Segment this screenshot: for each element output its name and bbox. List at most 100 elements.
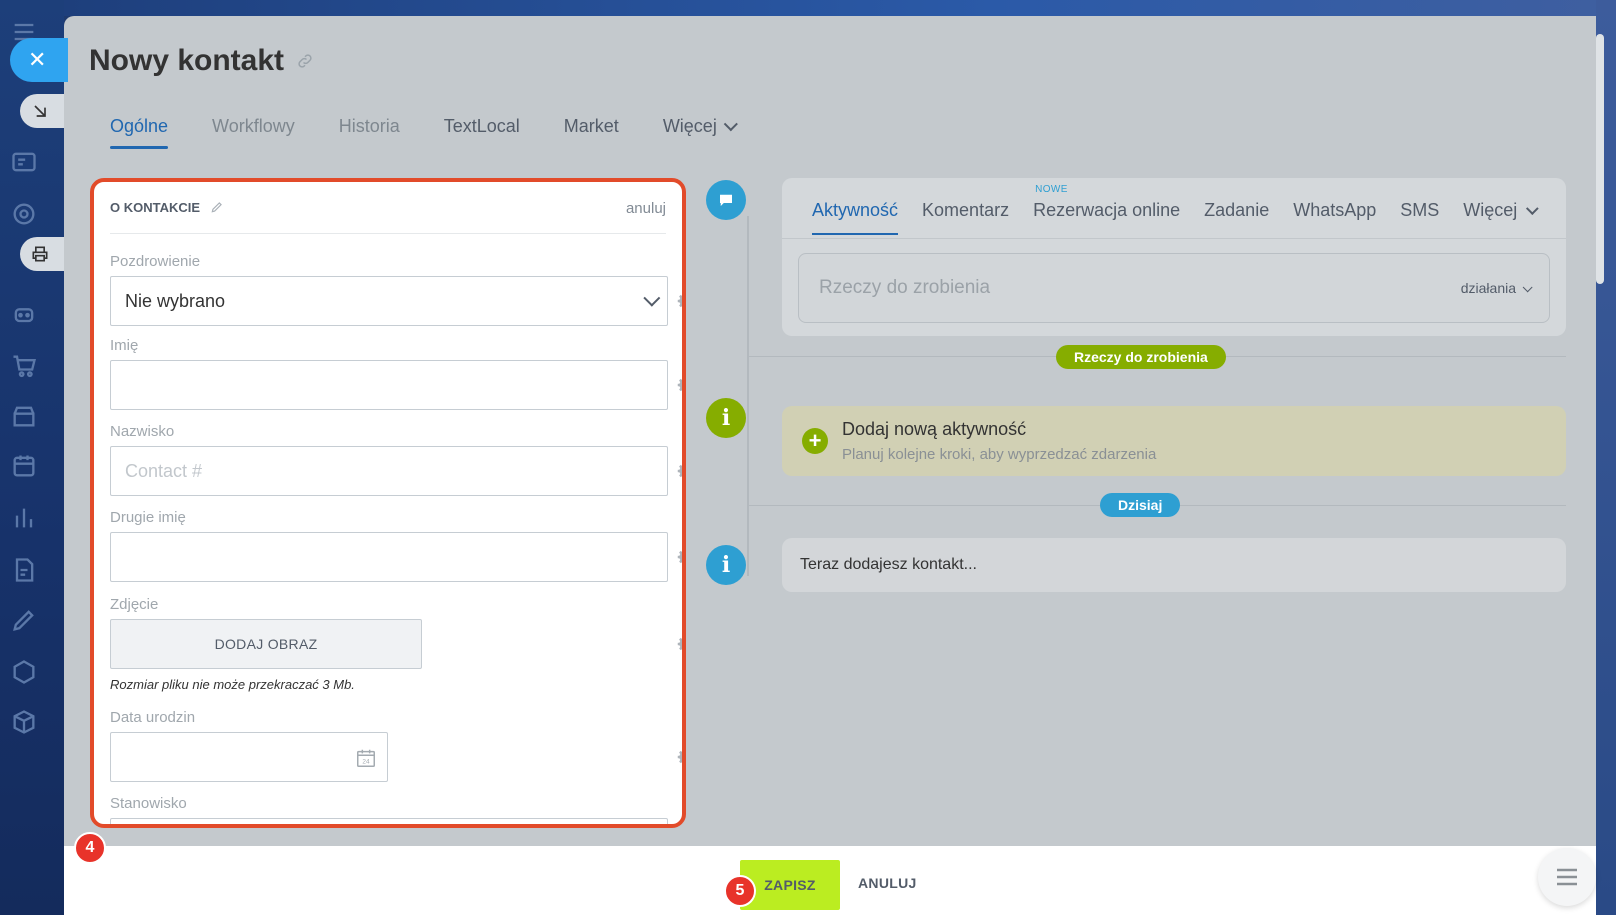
chat-bubble-icon [706, 180, 746, 220]
page-title-text: Nowy kontakt [89, 44, 285, 77]
svg-text:24: 24 [362, 759, 370, 766]
chart-icon[interactable] [10, 504, 38, 532]
todo-placeholder: Rzeczy do zrobienia [819, 277, 991, 298]
new-badge: NOWE [1035, 184, 1068, 195]
print-button[interactable] [20, 237, 64, 271]
gear-icon[interactable] [677, 548, 686, 566]
chevron-down-icon [723, 117, 738, 132]
birthday-field[interactable]: 24 [110, 732, 388, 782]
position-label: Stanowisko [110, 795, 187, 812]
birthday-label: Data urodzin [110, 709, 196, 726]
tab-online-booking[interactable]: NOWE Rezerwacja online [1033, 184, 1181, 235]
store-icon[interactable] [10, 402, 38, 430]
actions-label: działania [1460, 280, 1516, 296]
scrollbar[interactable] [1596, 34, 1604, 284]
last-name-field[interactable]: Contact # [110, 446, 668, 496]
tab-comment[interactable]: Komentarz [922, 200, 1009, 235]
add-activity-block[interactable]: + Dodaj nową aktywność Planuj kolejne kr… [782, 406, 1566, 476]
gear-icon[interactable] [677, 635, 686, 653]
page-title: Nowy kontakt [89, 44, 314, 78]
app-sidebar [0, 0, 64, 915]
tab-more-label: Więcej [662, 116, 717, 136]
tab-textlocal[interactable]: TextLocal [444, 116, 520, 145]
last-name-placeholder: Contact # [125, 460, 203, 481]
info-icon: i [706, 545, 746, 585]
printer-icon [32, 246, 48, 262]
position-field[interactable] [110, 818, 668, 824]
salutation-value: Nie wybrano [125, 290, 226, 311]
background-strip-top [64, 0, 1616, 16]
card-header: O KONTAKCIE anuluj [110, 200, 666, 234]
minimize-slider-button[interactable] [20, 94, 64, 128]
contact-slider-panel: Nowy kontakt Ogólne Workflowy Historia T… [64, 16, 1596, 915]
now-adding-contact: Teraz dodajesz kontakt... [782, 538, 1566, 592]
entity-tabs: Ogólne Workflowy Historia TextLocal Mark… [110, 116, 738, 149]
arrow-down-right-icon [34, 105, 46, 117]
first-name-label: Imię [110, 337, 139, 354]
now-adding-text: Teraz dodajesz kontakt... [800, 556, 977, 573]
gear-icon[interactable] [677, 376, 686, 394]
tab-workflows[interactable]: Workflowy [212, 116, 295, 145]
activity-editor: Aktywność Komentarz NOWE Rezerwacja onlin… [782, 178, 1566, 336]
todo-input[interactable]: Rzeczy do zrobienia działania [798, 253, 1550, 323]
chevron-down-icon [643, 289, 661, 307]
timeline-line [747, 216, 749, 576]
calendar-icon[interactable] [10, 452, 38, 480]
plus-icon: + [802, 428, 828, 454]
last-name-label: Nazwisko [110, 423, 175, 440]
chevron-down-icon [1526, 202, 1539, 216]
tab-whatsapp[interactable]: WhatsApp [1293, 200, 1376, 235]
salutation-select[interactable]: Nie wybrano [110, 276, 668, 326]
photo-size-note: Rozmiar pliku nie może przekraczać 3 Mb. [110, 677, 355, 692]
gear-icon[interactable] [677, 292, 686, 310]
hexagon-icon[interactable] [10, 658, 38, 686]
add-image-button[interactable]: DODAJ OBRAZ [110, 619, 422, 669]
middle-name-field[interactable] [110, 532, 668, 582]
document-icon[interactable] [10, 556, 38, 584]
box-icon[interactable] [10, 708, 38, 736]
middle-name-label: Drugie imię [110, 509, 186, 526]
gear-icon[interactable] [677, 748, 686, 766]
todo-section-pill: Rzeczy do zrobienia [1056, 345, 1226, 369]
chevron-down-icon [1522, 282, 1533, 293]
close-icon: ✕ [28, 47, 47, 72]
tab-more[interactable]: Więcej [662, 116, 738, 145]
annotation-badge-4: 4 [74, 832, 106, 864]
card-title: O KONTAKCIE [110, 200, 201, 215]
activity-tabs: Aktywność Komentarz NOWE Rezerwacja onlin… [812, 184, 1539, 235]
robot-icon[interactable] [10, 300, 38, 328]
photo-label: Zdjęcie [110, 596, 159, 613]
info-icon: i [706, 398, 746, 438]
menu-button[interactable] [1538, 848, 1596, 906]
annotation-badge-5: 5 [724, 875, 756, 907]
contact-card-icon[interactable] [10, 148, 38, 176]
pen-icon[interactable] [10, 606, 38, 634]
tab-general[interactable]: Ogólne [110, 116, 169, 149]
edit-pencil-icon[interactable] [210, 200, 224, 214]
editor-divider [782, 238, 1566, 239]
tab-more-activity-label: Więcej [1463, 200, 1518, 220]
actions-dropdown[interactable]: działania [1460, 280, 1533, 296]
today-pill: Dzisiaj [1100, 493, 1181, 517]
card-cancel-link[interactable]: anuluj [626, 200, 666, 233]
tab-online-booking-label: Rezerwacja online [1033, 200, 1181, 220]
link-icon[interactable] [296, 52, 314, 70]
tab-market[interactable]: Market [564, 116, 619, 145]
close-slider-button[interactable]: ✕ [10, 38, 68, 82]
tab-sms[interactable]: SMS [1400, 200, 1439, 235]
tab-activity[interactable]: Aktywność [812, 200, 899, 235]
tab-more-activity[interactable]: Więcej [1463, 200, 1539, 235]
tab-history[interactable]: Historia [339, 116, 400, 145]
salutation-label: Pozdrowienie [110, 253, 201, 270]
cancel-button[interactable]: ANULUJ [858, 875, 917, 891]
calendar-icon[interactable]: 24 [355, 747, 377, 769]
about-contact-card: O KONTAKCIE anuluj Pozdrowienie Nie wybr… [90, 178, 686, 828]
cart-icon[interactable] [10, 352, 38, 380]
tab-task[interactable]: Zadanie [1204, 200, 1269, 235]
first-name-field[interactable] [110, 360, 668, 410]
target-icon[interactable] [10, 200, 38, 228]
add-activity-subtitle: Planuj kolejne kroki, aby wyprzedzać zda… [842, 446, 1157, 463]
menu-lines-icon [1557, 868, 1577, 886]
add-activity-title: Dodaj nową aktywność [842, 419, 1027, 439]
gear-icon[interactable] [677, 462, 686, 480]
